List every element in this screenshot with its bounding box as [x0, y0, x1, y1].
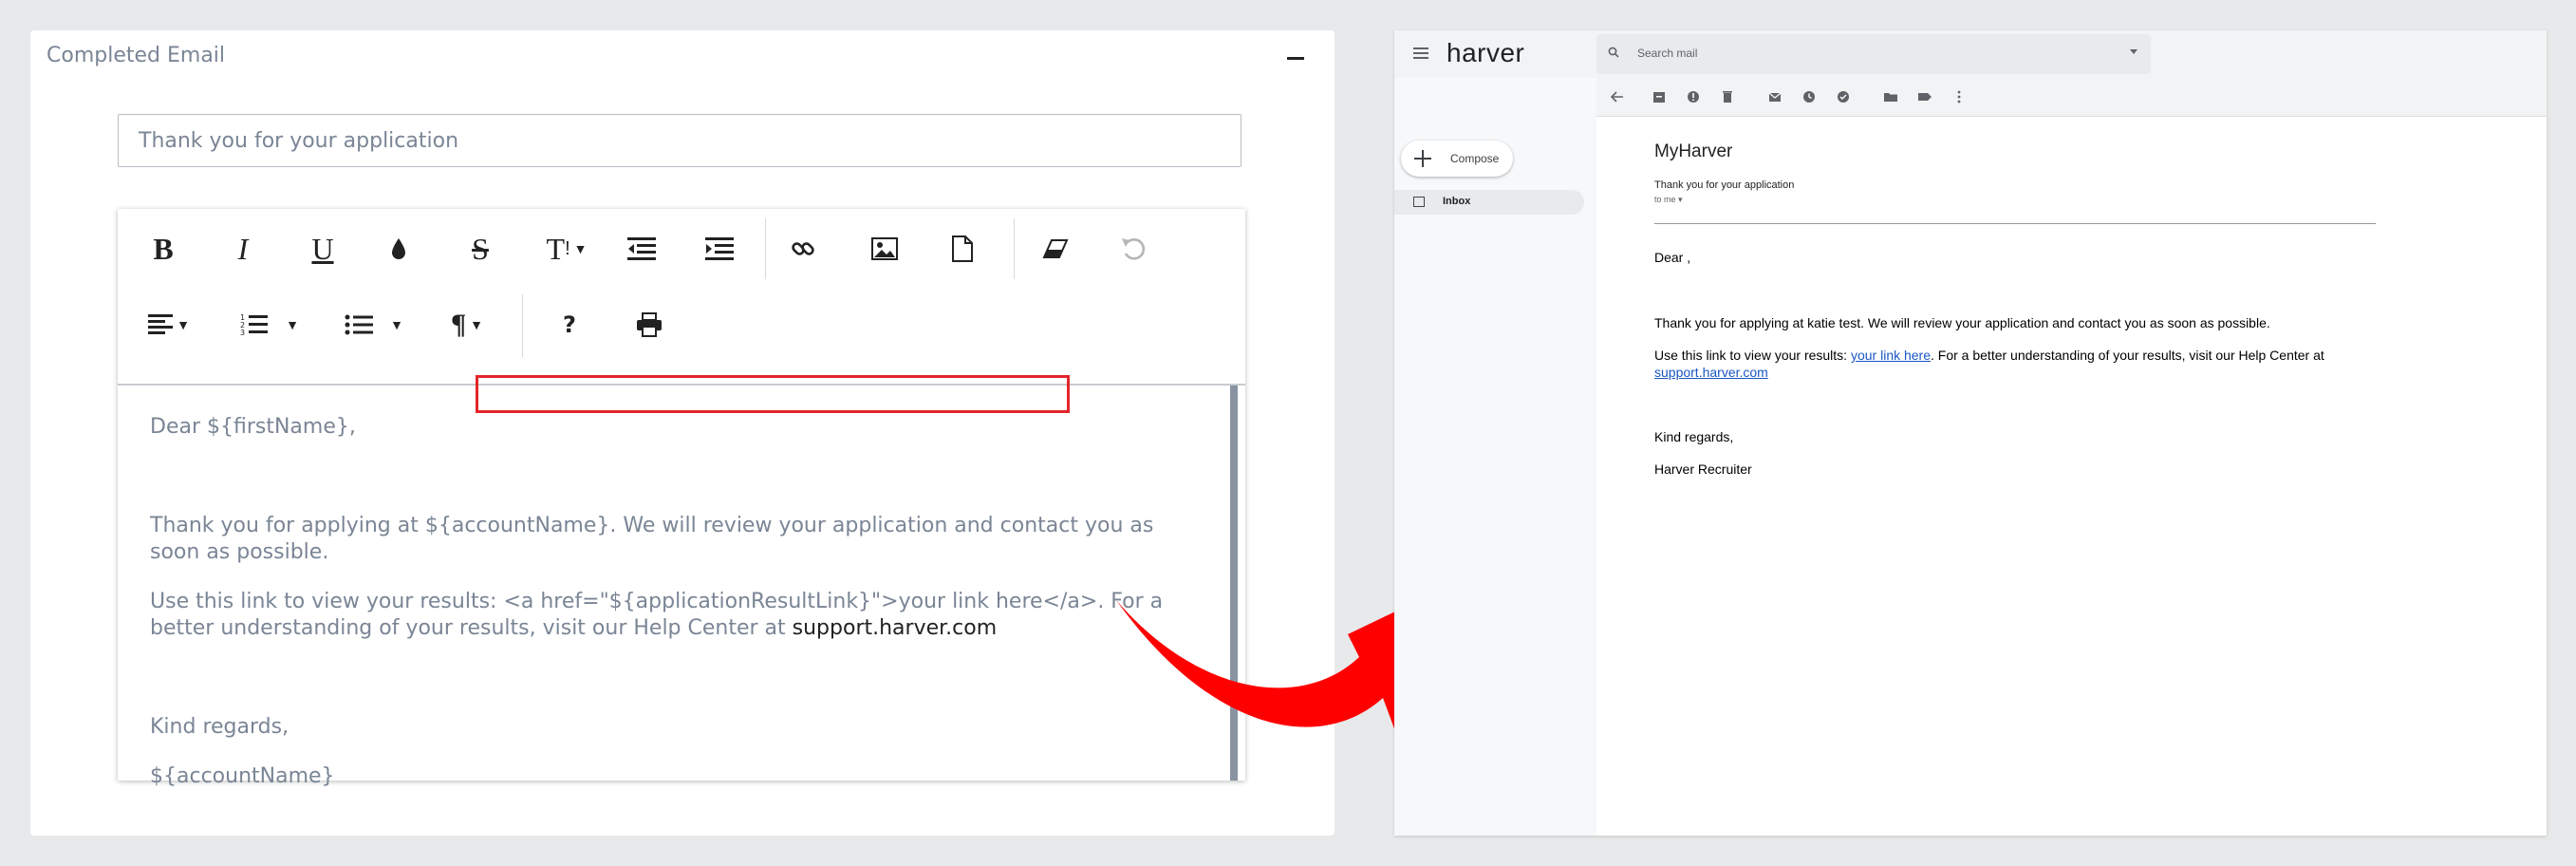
- snooze-icon[interactable]: [1801, 89, 1817, 104]
- strikethrough-icon[interactable]: S: [452, 222, 509, 275]
- editor-body[interactable]: Dear ${firstName}, Thank you for applyin…: [118, 386, 1238, 788]
- search-icon: [1608, 47, 1619, 58]
- bold-icon[interactable]: B: [135, 222, 192, 275]
- signature-line: ${accountName}: [150, 764, 335, 788]
- rich-text-editor: B I U S T! ▼ ▼ 1 2 3 ▼ ▼ ¶ ▼ ? Dear ${fi…: [118, 209, 1245, 788]
- inbox-icon: [1413, 197, 1425, 207]
- para2-suffix: . For a better understanding of your res…: [1931, 348, 2324, 363]
- align-icon[interactable]: ▼: [135, 298, 203, 351]
- underline-icon[interactable]: U: [294, 222, 351, 275]
- mark-unread-icon[interactable]: [1767, 89, 1783, 104]
- support-link: support.harver.com: [792, 616, 998, 640]
- undo-icon[interactable]: [1105, 222, 1162, 275]
- help-icon[interactable]: ?: [541, 298, 598, 351]
- paragraph-icon[interactable]: ¶ ▼: [433, 298, 501, 351]
- signature-line: Harver Recruiter: [1654, 461, 1752, 477]
- inbox-label: Inbox: [1443, 196, 1471, 207]
- sidebar-item-inbox[interactable]: Inbox: [1394, 190, 1584, 215]
- link-code-highlight: [476, 375, 1070, 413]
- delete-icon[interactable]: [1720, 89, 1735, 104]
- file-icon[interactable]: [934, 222, 991, 275]
- gmail-toolbar: [1596, 78, 2547, 117]
- brand-logo: harver: [1447, 38, 1525, 67]
- search-placeholder: Search mail: [1637, 47, 1698, 60]
- sender-name: MyHarver: [1654, 141, 1733, 161]
- gmail-sidebar: Compose Inbox: [1394, 78, 1596, 836]
- spam-icon[interactable]: [1686, 89, 1701, 104]
- outdent-icon[interactable]: [613, 222, 670, 275]
- ordered-list-icon[interactable]: 1 2 3 ▼: [224, 298, 315, 351]
- paragraph-2: Use this link to view your results: your…: [1654, 347, 2357, 381]
- closing-line: Kind regards,: [150, 715, 289, 739]
- toolbar-divider: [522, 294, 523, 357]
- paragraph-1: Thank you for applying at ${accountName}…: [150, 514, 1154, 564]
- unordered-list-icon[interactable]: ▼: [328, 298, 420, 351]
- compose-button[interactable]: Compose: [1401, 141, 1513, 177]
- greeting-line: Dear ,: [1654, 250, 1691, 265]
- paragraph-1: Thank you for applying at katie test. We…: [1654, 315, 2270, 330]
- italic-icon[interactable]: I: [215, 222, 271, 275]
- subject-input[interactable]: Thank you for your application: [118, 114, 1241, 167]
- svg-text:3: 3: [240, 329, 245, 336]
- font-size-icon[interactable]: T! ▼: [533, 222, 600, 275]
- image-icon[interactable]: [856, 222, 913, 275]
- toolbar-divider: [765, 218, 766, 279]
- email-subject: Thank you for your application: [1654, 179, 1795, 191]
- add-task-icon[interactable]: [1836, 89, 1851, 104]
- menu-icon[interactable]: [1413, 47, 1428, 59]
- recipient-dropdown[interactable]: to me ▾: [1654, 195, 1683, 205]
- collapse-button[interactable]: [1287, 47, 1304, 66]
- closing-line: Kind regards,: [1654, 429, 1734, 444]
- plus-icon: [1414, 150, 1431, 167]
- compose-label: Compose: [1450, 152, 1500, 165]
- link-icon[interactable]: [775, 222, 831, 275]
- archive-icon[interactable]: [1652, 89, 1667, 104]
- indent-icon[interactable]: [691, 222, 748, 275]
- para2-prefix: Use this link to view your results:: [1654, 348, 1851, 363]
- more-icon[interactable]: [1951, 89, 1967, 104]
- para2-prefix: Use this link to view your results:: [150, 590, 504, 613]
- paragraph-2: Use this link to view your results: <a h…: [150, 589, 1198, 642]
- move-to-icon[interactable]: [1883, 89, 1898, 104]
- panel-title: Completed Email: [47, 44, 226, 67]
- back-icon[interactable]: [1610, 89, 1625, 104]
- toolbar-divider: [1014, 218, 1015, 279]
- header-divider: [1654, 223, 2376, 224]
- support-link[interactable]: support.harver.com: [1654, 365, 1768, 380]
- label-icon[interactable]: [1917, 89, 1932, 104]
- editor-toolbar: B I U S T! ▼ ▼ 1 2 3 ▼ ▼ ¶ ▼ ?: [118, 209, 1245, 386]
- search-options-icon[interactable]: [2130, 49, 2137, 54]
- text-color-icon[interactable]: [370, 222, 427, 275]
- results-link[interactable]: your link here: [1851, 348, 1931, 363]
- email-preview-window: harver Search mail Compose Inbox MyHarve…: [1394, 30, 2547, 836]
- clear-format-icon[interactable]: [1027, 222, 1084, 275]
- greeting-line: Dear ${firstName},: [150, 415, 356, 439]
- search-input[interactable]: Search mail: [1596, 34, 2151, 74]
- gmail-header: harver Search mail: [1394, 30, 2547, 78]
- link-code: <a href="${applicationResultLink}">your …: [503, 590, 1098, 613]
- print-icon[interactable]: [621, 298, 678, 351]
- recipient-label: to me: [1654, 195, 1676, 204]
